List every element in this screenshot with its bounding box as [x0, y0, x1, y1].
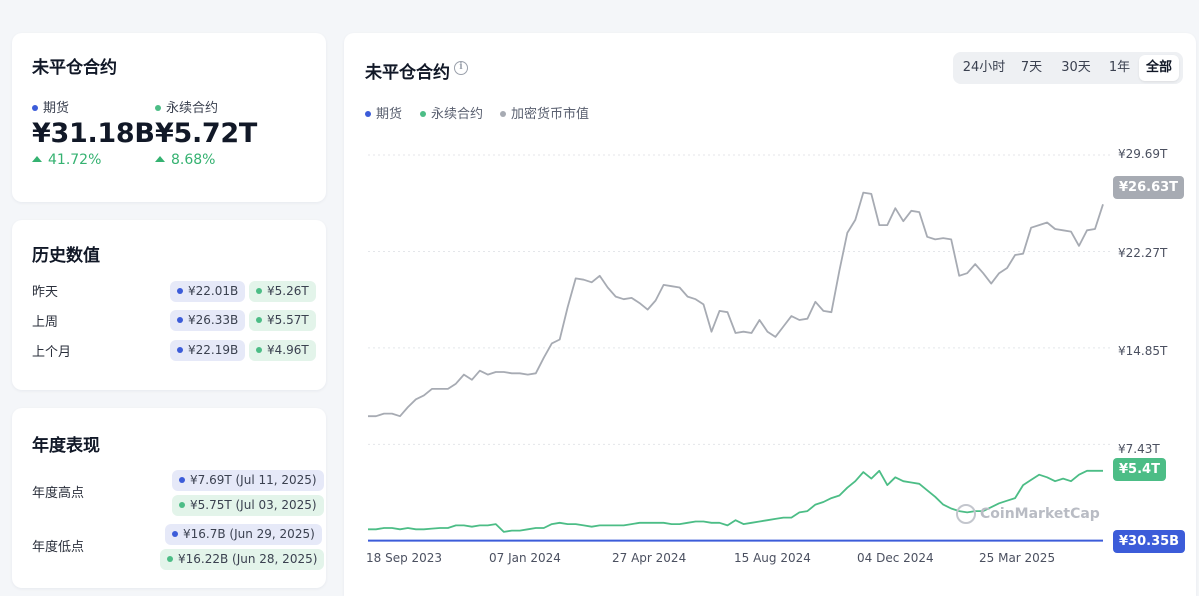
y-tick-label: ¥22.27T: [1118, 246, 1168, 260]
coinmarketcap-logo-icon: [956, 504, 976, 524]
perp-value-badge: ¥5.4T: [1113, 458, 1166, 481]
market-cap-value-badge: ¥26.63T: [1113, 176, 1185, 199]
x-tick-label: 27 Apr 2024: [612, 551, 687, 565]
x-tick-label: 15 Aug 2024: [734, 551, 811, 565]
futures-value-badge: ¥30.35B: [1113, 530, 1186, 553]
watermark: CoinMarketCap: [956, 504, 1100, 524]
y-tick-label: ¥14.85T: [1118, 344, 1168, 358]
x-tick-label: 04 Dec 2024: [857, 551, 934, 565]
x-tick-label: 07 Jan 2024: [489, 551, 561, 565]
x-tick-label: 18 Sep 2023: [366, 551, 443, 565]
y-tick-label: ¥29.69T: [1118, 147, 1168, 161]
y-tick-label: ¥7.43T: [1118, 442, 1160, 456]
market-cap-line: [368, 191, 1104, 418]
x-tick-label: 25 Mar 2025: [979, 551, 1056, 565]
